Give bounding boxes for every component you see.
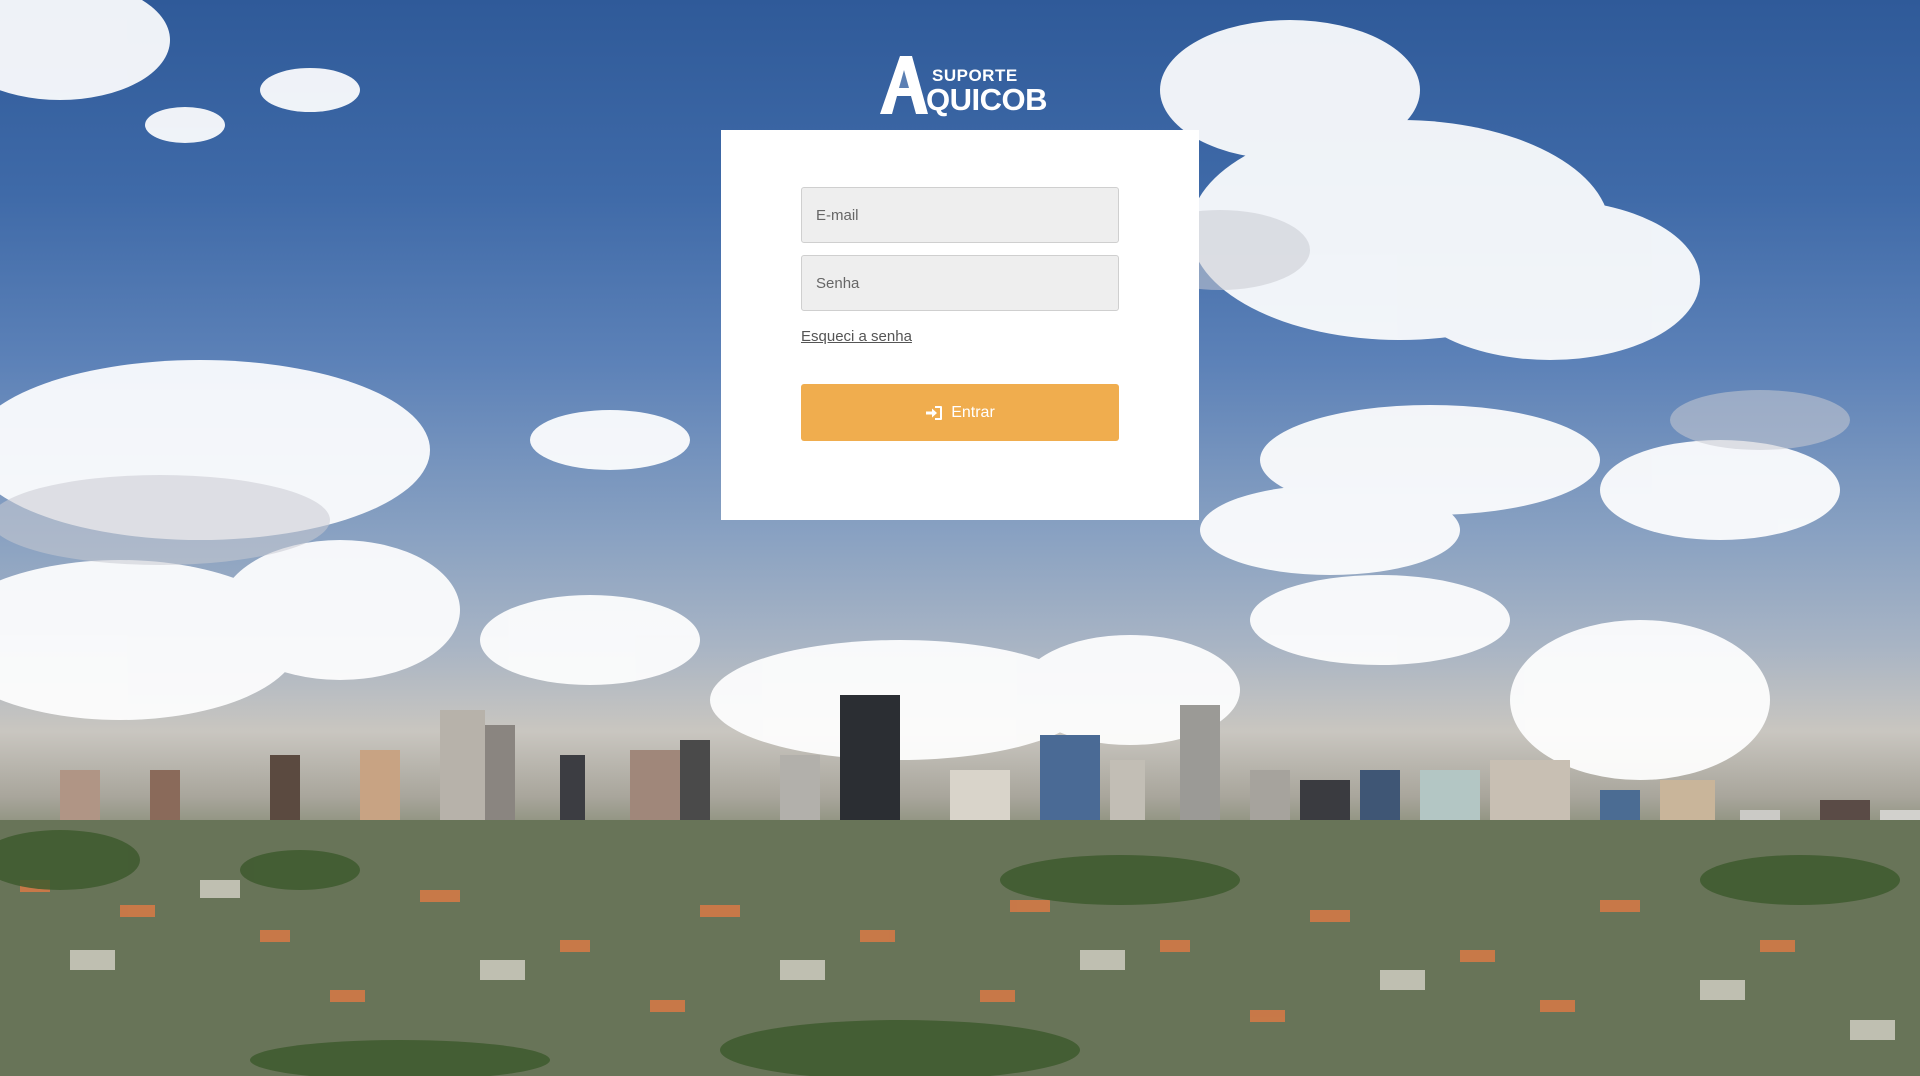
email-field[interactable] — [801, 187, 1119, 243]
sign-in-icon — [925, 405, 943, 421]
password-field[interactable] — [801, 255, 1119, 311]
login-button-label: Entrar — [951, 403, 995, 421]
brand-bottom-word: QUICOB — [926, 82, 1048, 117]
forgot-password-link[interactable]: Esqueci a senha — [801, 328, 912, 345]
brand-logo: SUPORTE QUICOB — [880, 52, 1048, 117]
logo-a-icon — [880, 56, 928, 114]
login-button[interactable]: Entrar — [801, 384, 1119, 441]
login-card: Esqueci a senha Entrar — [721, 130, 1199, 520]
